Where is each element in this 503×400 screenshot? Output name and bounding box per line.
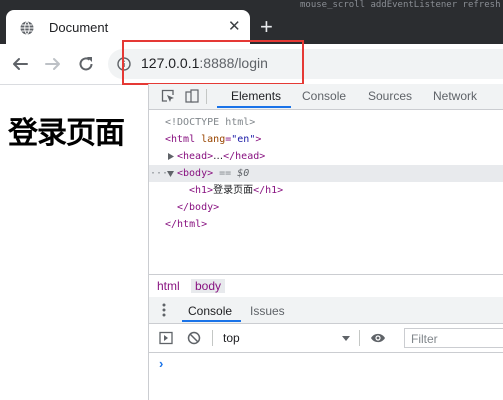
- annotation-highlight-box: [122, 40, 304, 85]
- dom-node-h1[interactable]: <h1>登录页面</h1>: [149, 182, 503, 199]
- toolbar-divider: [206, 89, 207, 104]
- context-selector[interactable]: top: [223, 331, 240, 345]
- dom-node-head[interactable]: <head>…</head>: [149, 148, 503, 165]
- collapsed-ellipsis: …: [213, 151, 224, 162]
- html-tag-end: >: [255, 134, 262, 145]
- body-open-tag: <body>: [177, 168, 214, 179]
- clear-console-icon[interactable]: [187, 331, 201, 345]
- back-arrow-icon[interactable]: [11, 55, 29, 73]
- more-actions-dots[interactable]: ···: [150, 165, 168, 182]
- reload-icon[interactable]: [77, 55, 95, 73]
- html-open-tag: <html: [165, 134, 196, 145]
- dom-node-body-selected[interactable]: ··· <body> == $0: [149, 165, 503, 182]
- background-editor-text: mouse_scroll addEventListener refresh ca…: [300, 0, 503, 10]
- lang-attr: lang: [201, 134, 226, 145]
- tab-title: Document: [49, 20, 109, 35]
- browser-tab-strip: mouse_scroll addEventListener refresh ca…: [0, 0, 503, 44]
- doctype-text: <!DOCTYPE html>: [165, 117, 256, 128]
- dom-breadcrumbs: html body: [149, 274, 503, 298]
- tab-elements[interactable]: Elements: [231, 89, 281, 103]
- head-open-tag: <head>: [177, 151, 214, 162]
- dom-node-html[interactable]: <html lang="en">: [149, 131, 503, 148]
- devtools-tab-bar: Elements Console Sources Network: [149, 84, 503, 110]
- h1-close-tag: </h1>: [253, 185, 284, 196]
- inspect-element-icon[interactable]: [161, 89, 175, 103]
- drawer-tab-bar: Console Issues: [149, 297, 503, 324]
- breadcrumb-html[interactable]: html: [153, 279, 184, 293]
- drawer-tab-console[interactable]: Console: [188, 304, 232, 318]
- toolbar-divider: [359, 330, 360, 346]
- dom-node-body-close[interactable]: </body>: [149, 199, 503, 216]
- device-toolbar-icon[interactable]: [185, 89, 199, 103]
- active-tab-indicator: [217, 106, 291, 108]
- close-tab-icon[interactable]: ✕: [228, 19, 241, 35]
- dom-tree: <!DOCTYPE html> <html lang="en"> <head>……: [149, 110, 503, 274]
- h1-text: 登录页面: [213, 185, 254, 196]
- filter-input[interactable]: Filter: [404, 328, 503, 348]
- toolbar-divider: [212, 330, 213, 346]
- page-heading: 登录页面: [8, 116, 125, 151]
- expand-triangle-icon[interactable]: [168, 153, 174, 160]
- new-tab-button[interactable]: +: [260, 16, 273, 38]
- h1-open-tag: <h1>: [189, 185, 214, 196]
- eye-icon[interactable]: [370, 332, 386, 344]
- tab-console[interactable]: Console: [302, 89, 346, 103]
- globe-icon: [20, 21, 34, 35]
- drawer-active-indicator: [182, 320, 241, 322]
- browser-tab[interactable]: Document ✕: [6, 10, 250, 44]
- drawer-menu-icon[interactable]: [162, 303, 166, 317]
- collapse-triangle-icon[interactable]: [167, 171, 174, 177]
- equals-marker: ==: [213, 168, 238, 179]
- tab-sources[interactable]: Sources: [368, 89, 412, 103]
- body-close-tag: </body>: [177, 202, 220, 213]
- devtools-panel: Elements Console Sources Network <!DOCTY…: [148, 84, 503, 400]
- head-close-tag: </head>: [223, 151, 266, 162]
- show-sidebar-icon[interactable]: [159, 331, 173, 345]
- console-toolbar: top Filter: [149, 324, 503, 353]
- filter-placeholder: Filter: [411, 332, 438, 346]
- console-prompt-icon[interactable]: ›: [159, 356, 163, 371]
- html-close-tag: </html>: [165, 219, 208, 230]
- breadcrumb-body[interactable]: body: [191, 279, 226, 293]
- drawer-tab-issues[interactable]: Issues: [250, 304, 285, 318]
- tab-network[interactable]: Network: [433, 89, 477, 103]
- chevron-down-icon[interactable]: [342, 336, 350, 341]
- dom-node-html-close[interactable]: </html>: [149, 216, 503, 233]
- dollar-zero-marker: $0: [237, 168, 250, 179]
- dom-node-doctype[interactable]: <!DOCTYPE html>: [149, 114, 503, 131]
- forward-arrow-icon[interactable]: [44, 55, 62, 73]
- lang-value: "en": [231, 134, 256, 145]
